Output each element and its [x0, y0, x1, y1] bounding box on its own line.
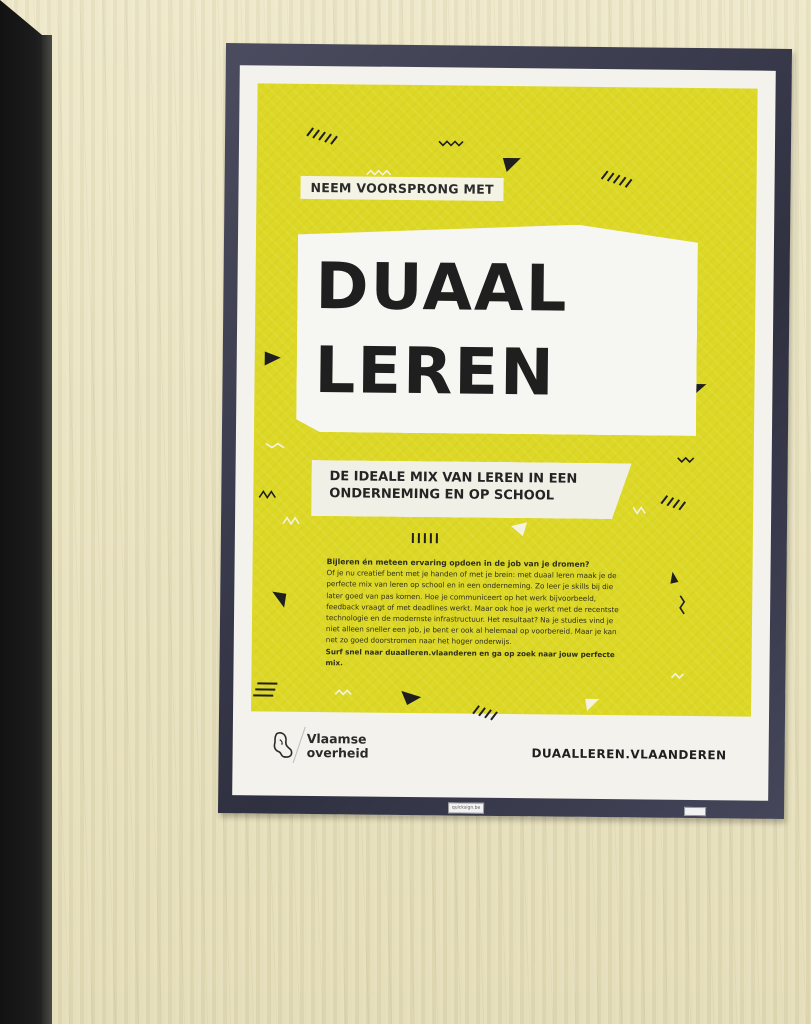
- poster-body-text: Of je nu creatief bent met je handen of …: [325, 568, 619, 647]
- poster-footer: Vlaamse overheid DUAALLEREN.VLAANDEREN: [250, 713, 751, 782]
- frame-sticker: quicksign.be: [447, 802, 485, 814]
- door-edge: [42, 35, 52, 1024]
- vlaamse-overheid-logo-text: Vlaamse overheid: [306, 730, 369, 761]
- poster-frame: NEEM VOORSPRONG MET DUAAL LEREN DE IDEAL…: [217, 43, 793, 819]
- poster-title-line2: LEREN: [314, 334, 557, 411]
- flemish-lion-icon: [273, 732, 293, 758]
- poster-url: DUAALLEREN.VLAANDEREN: [531, 746, 727, 763]
- poster-tagline: NEEM VOORSPRONG MET: [300, 175, 505, 201]
- poster-body: Bijleren én meteen ervaring opdoen in de…: [326, 556, 623, 671]
- poster-yellow-area: NEEM VOORSPRONG MET DUAAL LEREN DE IDEAL…: [251, 83, 758, 721]
- poster-paper: NEEM VOORSPRONG MET DUAAL LEREN DE IDEAL…: [232, 65, 776, 801]
- frame-sticker-small: [683, 806, 707, 817]
- poster-body-cta: Surf snel naar duaalleren.vlaanderen en …: [325, 646, 615, 668]
- poster-title-line1: DUAAL: [315, 250, 569, 327]
- poster-subtitle: DE IDEALE MIX VAN LEREN IN EEN ONDERNEMI…: [329, 469, 578, 504]
